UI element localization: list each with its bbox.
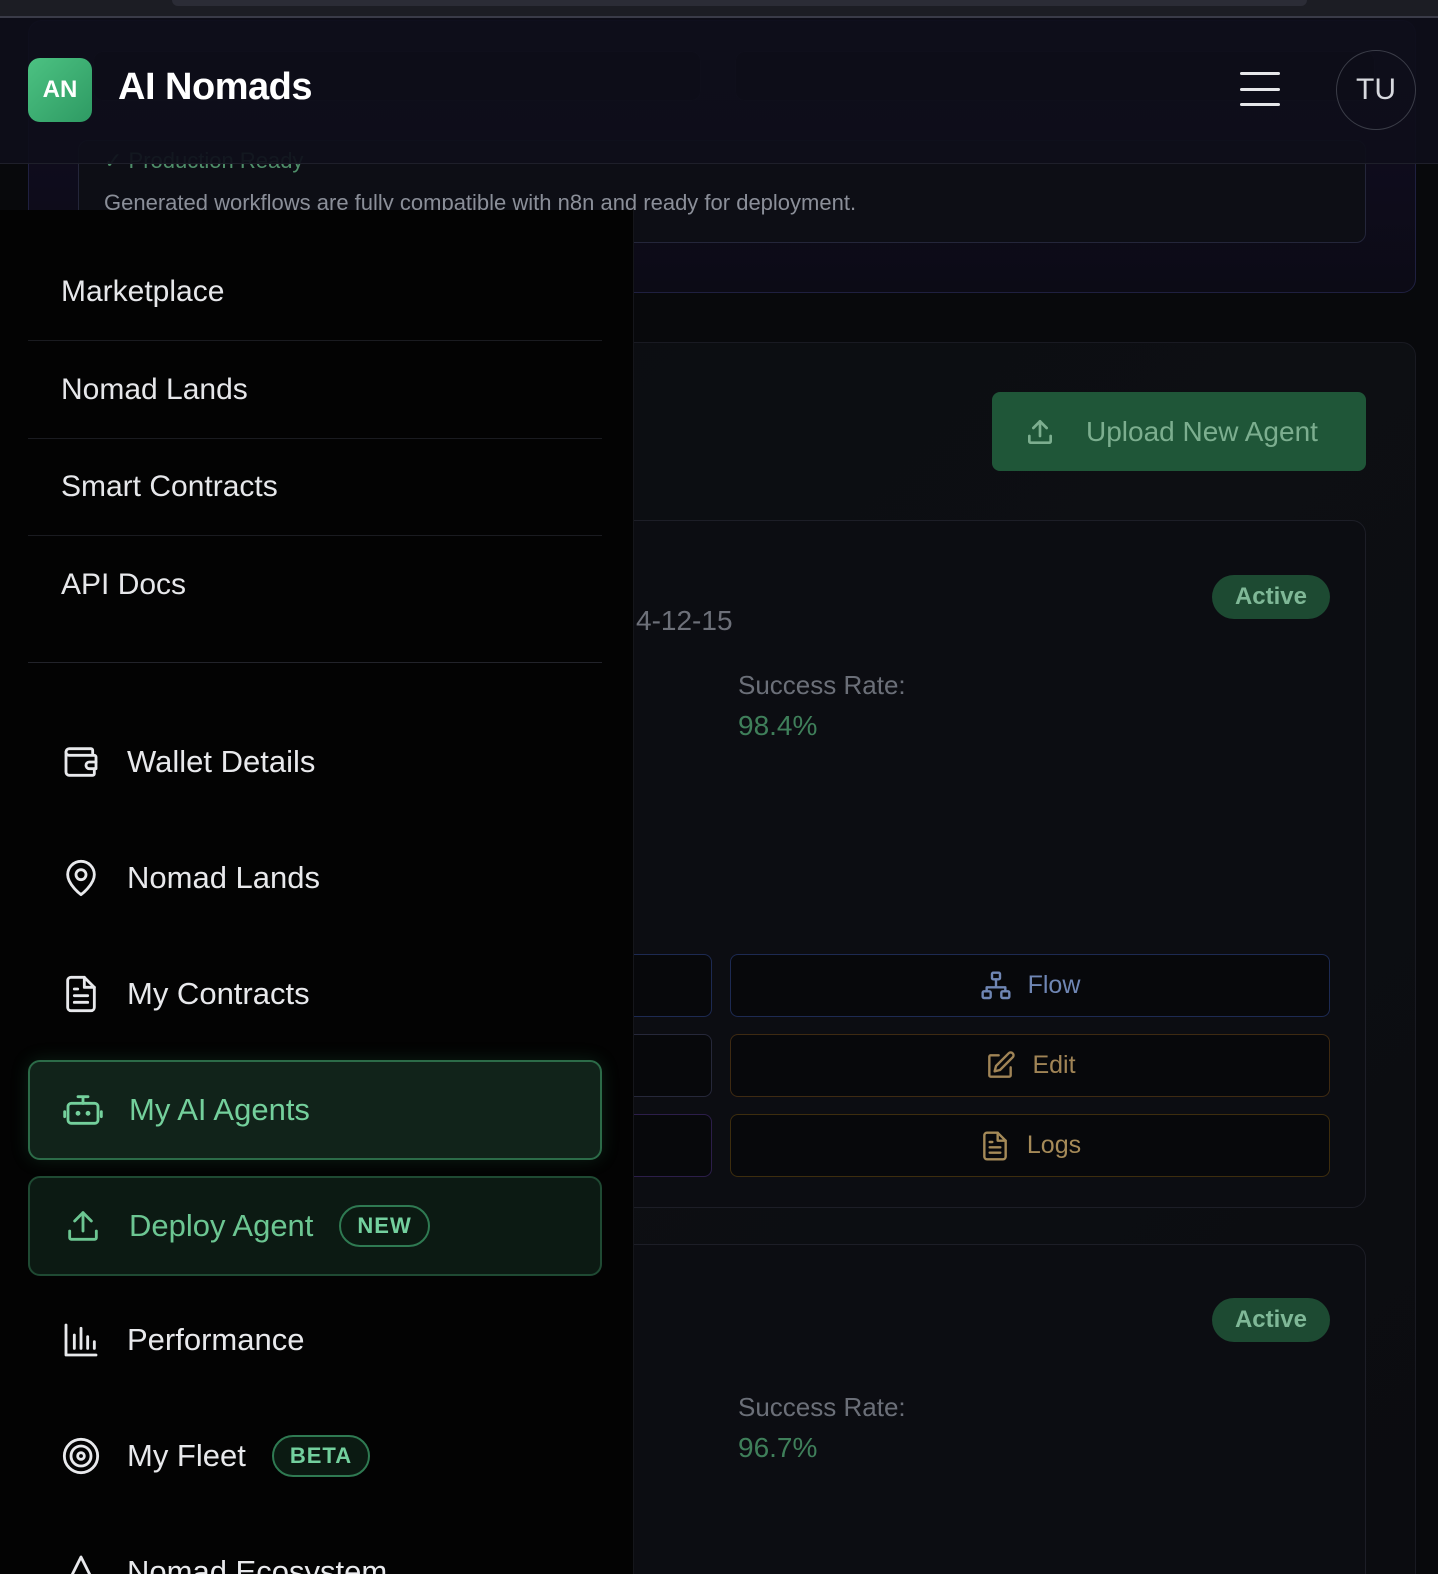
flow-button[interactable]: Flow [730, 954, 1330, 1017]
sidebar-item-label: My Contracts [127, 976, 310, 1011]
side-drawer: Marketplace Nomad Lands Smart Contracts … [0, 210, 634, 1574]
flow-label: Flow [1027, 971, 1081, 999]
edit-label: Edit [1032, 1051, 1076, 1079]
hamburger-icon-line [1240, 72, 1280, 75]
user-avatar[interactable]: TU [1336, 50, 1416, 130]
sidebar-item-nomad-ecosystem[interactable]: Nomad Ecosystem [28, 1522, 602, 1574]
nav-link-nomad-lands[interactable]: Nomad Lands [28, 341, 602, 439]
sidebar-item-label: Nomad Lands [127, 860, 321, 895]
success-rate-value: 96.7% [738, 1432, 818, 1463]
nav-link-marketplace[interactable]: Marketplace [28, 243, 602, 341]
sidebar-item-label: Nomad Ecosystem [127, 1554, 388, 1574]
edit-button[interactable]: Edit [730, 1034, 1330, 1097]
status-badge: Active [1212, 575, 1330, 619]
target-icon [62, 1437, 100, 1475]
browser-chrome [0, 0, 1438, 18]
sidebar-item-performance[interactable]: Performance [28, 1290, 602, 1390]
sidebar-item-label: My Fleet [127, 1438, 246, 1473]
logs-label: Logs [1026, 1131, 1082, 1159]
sidebar-item-label: Wallet Details [127, 744, 316, 779]
sidebar-item-label: My AI Agents [129, 1092, 310, 1127]
app-header: AN AI Nomads TU [0, 18, 1438, 164]
map-pin-icon [66, 859, 96, 897]
hamburger-icon-line [1240, 103, 1280, 106]
beta-badge: BETA [271, 1435, 371, 1477]
flow-icon [981, 970, 1011, 999]
status-badge: Active [1212, 1298, 1330, 1342]
upload-icon [1028, 419, 1052, 444]
edit-icon [988, 1050, 1016, 1078]
agent-date: 4-12-15 [636, 605, 733, 636]
upload-icon [68, 1211, 98, 1241]
sidebar-item-my-fleet[interactable]: My Fleet BETA [28, 1406, 602, 1506]
logs-button[interactable]: Logs [730, 1114, 1330, 1177]
logo-badge[interactable]: AN [28, 58, 92, 122]
nav-link-smart-contracts[interactable]: Smart Contracts [28, 438, 602, 536]
sidebar-item-my-contracts[interactable]: My Contracts [28, 944, 602, 1044]
upload-new-agent-button[interactable]: Upload New Agent [992, 392, 1366, 471]
bar-chart-icon [64, 1323, 98, 1357]
success-rate-value: 98.4% [738, 710, 818, 741]
sidebar-item-deploy-agent[interactable]: Deploy Agent NEW [28, 1176, 602, 1276]
new-badge: NEW [339, 1205, 430, 1247]
document-icon [66, 975, 96, 1013]
sidebar-item-my-ai-agents[interactable]: My AI Agents [28, 1060, 602, 1160]
success-rate-label: Success Rate: [738, 670, 906, 700]
brand-name[interactable]: AI Nomads [118, 66, 312, 109]
menu-toggle-button[interactable] [1240, 72, 1280, 106]
robot-icon [63, 1095, 103, 1125]
ecosystem-icon [70, 1555, 92, 1574]
nav-link-api-docs[interactable]: API Docs [28, 536, 602, 634]
sidebar-item-label: Performance [127, 1322, 305, 1357]
sidebar-item-label: Deploy Agent [129, 1208, 314, 1243]
success-rate-label: Success Rate: [738, 1392, 906, 1422]
wallet-icon [64, 747, 98, 777]
sidebar-item-nomad-lands[interactable]: Nomad Lands [28, 828, 602, 928]
drawer-divider [28, 662, 602, 663]
address-bar[interactable] [172, 0, 1307, 6]
upload-new-agent-label: Upload New Agent [1086, 415, 1318, 447]
logs-icon [983, 1130, 1007, 1161]
hamburger-icon-line [1240, 87, 1280, 91]
sidebar-item-wallet-details[interactable]: Wallet Details [28, 712, 602, 812]
